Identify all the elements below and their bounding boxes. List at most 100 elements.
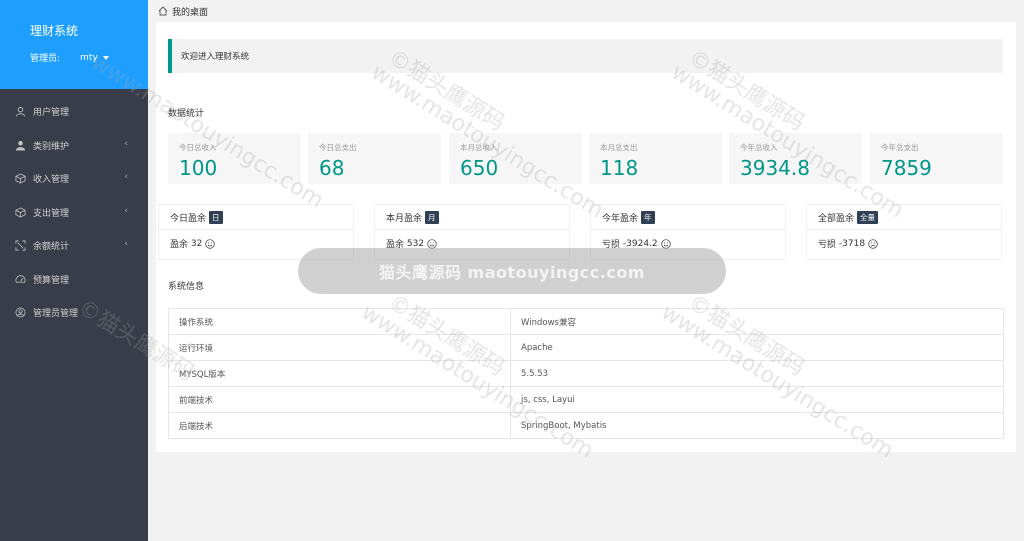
table-cell-key: 后端技术 <box>168 412 511 439</box>
table-row: 前端技术 js, css, Layui <box>168 386 1004 413</box>
profit-card-body: 亏损 -3718 <box>807 230 1001 250</box>
sidebar-item-label: 类别维护 <box>33 141 70 152</box>
table-cell-value: SpringBoot, Mybatis <box>510 412 1004 439</box>
sidebar-item-admin[interactable]: 管理员管理 <box>0 296 148 330</box>
admin-name[interactable]: mty <box>80 53 98 63</box>
stat-card-today-expense: 今日总支出 68 <box>308 133 441 184</box>
table-row: 操作系统 Windows兼容 <box>168 308 1004 335</box>
chevron-left-icon: ‹ <box>124 205 128 216</box>
stat-label: 今日总支出 <box>319 143 357 152</box>
breadcrumb: 我的桌面 <box>148 0 1024 22</box>
table-cell-value: js, css, Layui <box>510 386 1004 413</box>
sidebar: 理财系统 管理员: mty 用户管理 类别维护 ‹ 收入管理 ‹ 支出管理 ‹ <box>0 0 148 541</box>
sidebar-item-expense[interactable]: 支出管理 ‹ <box>0 196 148 230</box>
sidebar-item-balance[interactable]: 余额统计 ‹ <box>0 229 148 263</box>
home-icon <box>158 6 168 16</box>
stat-card-year-expense: 今年总支出 7859 <box>870 133 1003 184</box>
sidebar-header: 理财系统 管理员: mty <box>0 0 148 89</box>
profit-value: -3718 <box>838 238 866 249</box>
profit-title: 全部盈余 <box>818 213 855 224</box>
main-content: 欢迎进入理财系统 数据统计 今日总收入 100 今日总支出 68 本月总收入 6… <box>156 22 1016 452</box>
person-solid-icon <box>14 139 26 151</box>
profit-card-header: 全部盈余 全量 <box>807 205 1001 230</box>
sidebar-item-user-management[interactable]: 用户管理 <box>0 95 148 129</box>
profit-value: 532 <box>406 238 425 249</box>
stat-value: 68 <box>319 156 345 180</box>
table-cell-key: 操作系统 <box>168 308 511 335</box>
table-row: MYSQL版本 5.5.53 <box>168 360 1004 387</box>
profit-card-body: 盈余 32 <box>159 230 353 250</box>
expand-icon <box>14 240 26 252</box>
frown-icon <box>868 238 878 249</box>
box-icon <box>14 173 26 185</box>
stat-label: 本月总支出 <box>600 143 638 152</box>
sidebar-item-budget[interactable]: 预算管理 <box>0 263 148 297</box>
profit-title: 今年盈余 <box>602 213 639 224</box>
sidebar-item-label: 管理员管理 <box>33 309 79 320</box>
profit-card-header: 本月盈余 月 <box>375 205 569 230</box>
profit-card-header: 今年盈余 年 <box>591 205 785 230</box>
sidebar-item-label: 预算管理 <box>33 275 70 286</box>
welcome-banner: 欢迎进入理财系统 <box>168 39 1003 73</box>
table-row: 运行环境 Apache <box>168 334 1004 361</box>
stat-card-month-expense: 本月总支出 118 <box>589 133 722 184</box>
user-circle-icon <box>14 307 26 319</box>
profit-value: 32 <box>190 238 203 249</box>
app-title: 理财系统 <box>30 24 79 38</box>
smile-icon <box>205 238 215 249</box>
sys-info-title: 系统信息 <box>168 282 205 292</box>
stat-value: 100 <box>179 156 218 180</box>
table-cell-value: Apache <box>510 334 1004 361</box>
user-icon <box>14 106 26 118</box>
stat-card-today-income: 今日总收入 100 <box>168 133 301 184</box>
table-cell-key: MYSQL版本 <box>168 360 511 387</box>
admin-menu[interactable]: 管理员: mty <box>30 51 148 64</box>
profit-card-header: 今日盈余 日 <box>159 205 353 230</box>
stat-value: 650 <box>460 156 499 180</box>
sidebar-item-label: 用户管理 <box>33 108 70 119</box>
stat-label: 今年总支出 <box>881 143 919 152</box>
profit-status: 亏损 <box>818 240 837 250</box>
stat-label: 本月总收入 <box>460 143 498 152</box>
tab-home[interactable]: 我的桌面 <box>172 5 208 18</box>
profit-card-body: 亏损 -3924.2 <box>591 230 785 250</box>
period-badge: 年 <box>641 210 655 224</box>
stat-card-month-income: 本月总收入 650 <box>449 133 582 184</box>
caret-down-icon[interactable] <box>102 55 109 60</box>
sidebar-item-label: 余额统计 <box>33 242 70 253</box>
stats-title: 数据统计 <box>168 109 205 119</box>
watermark-banner: 猫头鹰源码 maotouyingcc.com <box>298 248 726 294</box>
sys-info-table: 操作系统 Windows兼容 运行环境 Apache MYSQL版本 5.5.53 前… <box>168 308 1004 439</box>
sidebar-item-label: 支出管理 <box>33 208 70 219</box>
smile-icon <box>660 238 671 249</box>
stat-value: 7859 <box>881 156 932 180</box>
profit-title: 今日盈余 <box>170 213 207 224</box>
table-cell-value: Windows兼容 <box>510 308 1004 335</box>
table-cell-key: 前端技术 <box>168 386 511 413</box>
box-icon <box>14 206 26 218</box>
sidebar-nav: 用户管理 类别维护 ‹ 收入管理 ‹ 支出管理 ‹ 余额统计 ‹ 预算管理 管理… <box>0 89 148 330</box>
chevron-left-icon: ‹ <box>124 172 128 182</box>
admin-label: 管理员: <box>30 54 61 64</box>
stat-label: 今年总收入 <box>740 143 778 152</box>
stat-card-year-income: 今年总收入 3934.8 <box>729 133 862 184</box>
profit-card-body: 盈余 532 <box>375 230 569 250</box>
period-badge: 日 <box>209 210 223 224</box>
sidebar-item-income[interactable]: 收入管理 ‹ <box>0 162 148 196</box>
smile-icon <box>427 238 437 249</box>
sidebar-item-label: 收入管理 <box>33 175 70 186</box>
sidebar-item-category[interactable]: 类别维护 ‹ <box>0 129 148 163</box>
profit-value: -3924.2 <box>622 238 658 249</box>
table-row: 后端技术 SpringBoot, Mybatis <box>168 412 1004 439</box>
chevron-left-icon: ‹ <box>124 239 128 249</box>
profit-status: 盈余 <box>170 240 189 250</box>
gauge-icon <box>14 273 26 285</box>
profit-title: 本月盈余 <box>386 213 423 224</box>
stat-value: 118 <box>600 156 639 180</box>
stat-label: 今日总收入 <box>179 143 217 152</box>
stat-value: 3934.8 <box>740 156 810 180</box>
chevron-left-icon: ‹ <box>124 138 128 149</box>
table-cell-key: 运行环境 <box>168 334 511 361</box>
period-badge: 全量 <box>857 210 879 224</box>
table-cell-value: 5.5.53 <box>510 360 1004 387</box>
